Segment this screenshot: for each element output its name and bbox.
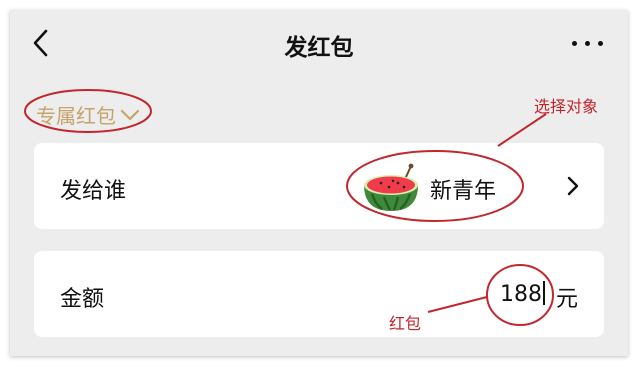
packet-type-label: 专属红包	[36, 104, 116, 128]
page-title: 发红包	[284, 35, 354, 61]
amount-input[interactable]: 188	[500, 281, 545, 307]
recipient-label: 发给谁	[60, 179, 127, 204]
currency-unit: 元	[556, 287, 579, 312]
annotation-select-target: 选择对象	[534, 97, 599, 116]
chevron-down-icon	[120, 109, 140, 120]
screen: 发红包 专属红包 发给谁 新青年 金额 188 元	[10, 10, 628, 356]
annotation-red-packet: 红包	[389, 314, 422, 333]
more-horizontal-icon	[572, 41, 577, 46]
amount-row: 金额 188 元	[34, 251, 604, 337]
chevron-right-icon	[567, 176, 579, 196]
more-button[interactable]	[570, 30, 606, 56]
amount-value: 188	[500, 282, 542, 307]
packet-type-selector[interactable]: 专属红包	[36, 100, 140, 129]
amount-label: 金额	[60, 287, 105, 312]
recipient-name: 新青年	[430, 179, 497, 204]
watermelon-icon	[364, 163, 418, 211]
nav-bar: 发红包	[10, 10, 628, 76]
recipient-row[interactable]: 发给谁 新青年	[34, 143, 604, 229]
text-caret	[543, 281, 545, 305]
